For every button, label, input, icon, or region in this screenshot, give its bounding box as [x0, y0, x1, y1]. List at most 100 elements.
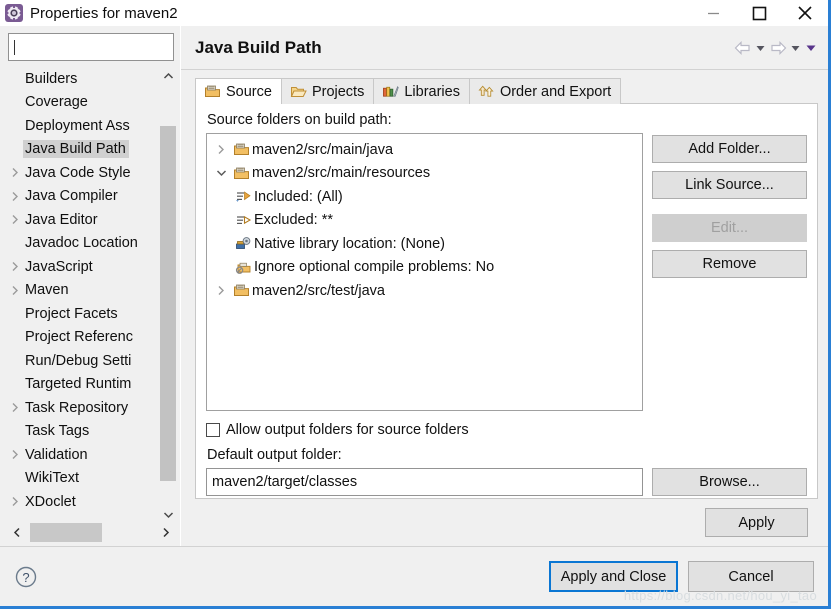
sidebar-item-label: Java Compiler	[25, 188, 118, 205]
svg-text:?: ?	[22, 570, 29, 585]
forward-arrow-icon[interactable]	[769, 40, 787, 56]
add-folder-button[interactable]: Add Folder...	[652, 135, 807, 163]
sidebar-item-targeted-runtimes[interactable]: Targeted Runtim	[5, 373, 159, 397]
remove-button[interactable]: Remove	[652, 250, 807, 278]
chevron-right-icon[interactable]	[7, 191, 23, 202]
default-output-folder-row: maven2/target/classes Browse...	[206, 468, 807, 496]
sidebar-item-coverage[interactable]: Coverage	[5, 91, 159, 115]
source-tab-panel: Source folders on build path: maven2/src…	[195, 104, 818, 499]
tab-label: Libraries	[404, 83, 460, 100]
chevron-right-icon[interactable]	[7, 261, 23, 272]
forward-dropdown-icon[interactable]	[789, 41, 802, 55]
svg-text:+: +	[236, 199, 239, 205]
tree-row-src-test-java[interactable]: maven2/src/test/java	[211, 279, 640, 303]
sidebar-item-project-facets[interactable]: Project Facets	[5, 302, 159, 326]
sidebar-item-project-references[interactable]: Project Referenc	[5, 326, 159, 350]
sidebar-item-java-code-style[interactable]: Java Code Style	[5, 161, 159, 185]
tree-row-label: Ignore optional compile problems: No	[254, 259, 495, 276]
chevron-right-icon[interactable]	[7, 402, 23, 413]
chevron-right-icon[interactable]	[7, 285, 23, 296]
tab-label: Order and Export	[499, 83, 612, 100]
chevron-right-icon[interactable]	[7, 449, 23, 460]
help-question-icon[interactable]: ?	[14, 565, 38, 589]
sidebar-item-java-build-path[interactable]: Java Build Path	[5, 138, 159, 162]
content-pane: Java Build Path Source Projects Librarie…	[180, 26, 828, 546]
tree-row-native-library[interactable]: Native library location: (None)	[211, 232, 640, 256]
tree-row-label: maven2/src/main/resources	[252, 165, 431, 182]
scroll-right-icon[interactable]	[157, 523, 174, 542]
ignore-problems-icon	[233, 260, 254, 275]
sidebar-item-label: Project Referenc	[25, 329, 133, 346]
tree-row-src-main-resources[interactable]: maven2/src/main/resources	[211, 162, 640, 186]
text-caret	[14, 39, 15, 55]
window-controls	[690, 0, 828, 26]
menu-dropdown-icon[interactable]	[804, 41, 818, 55]
books-icon	[382, 84, 400, 100]
sidebar-item-label: WikiText	[25, 470, 79, 487]
scroll-up-icon[interactable]	[160, 67, 176, 84]
sidebar-item-run-debug-settings[interactable]: Run/Debug Setti	[5, 349, 159, 373]
tab-order-and-export[interactable]: Order and Export	[468, 78, 622, 104]
tree-row-label: Excluded: **	[254, 212, 333, 229]
filter-input[interactable]	[8, 33, 174, 61]
back-dropdown-icon[interactable]	[754, 41, 767, 55]
tab-label: Projects	[311, 83, 365, 100]
tree-row-ignore-optional-problems[interactable]: Ignore optional compile problems: No	[211, 256, 640, 280]
scroll-thumb[interactable]	[160, 126, 176, 481]
sidebar-item-validation[interactable]: Validation	[5, 443, 159, 467]
sidebar-item-javascript[interactable]: JavaScript	[5, 255, 159, 279]
sidebar-tree-wrapper: Builders Coverage Deployment Ass Java Bu…	[4, 67, 176, 523]
minimize-icon[interactable]	[690, 0, 736, 26]
sidebar-item-wikitext[interactable]: WikiText	[5, 467, 159, 491]
scroll-track[interactable]	[160, 84, 176, 506]
order-arrows-icon	[478, 84, 495, 100]
apply-button[interactable]: Apply	[705, 508, 808, 537]
sidebar-item-label: Coverage	[25, 94, 88, 111]
sidebar-item-xdoclet[interactable]: XDoclet	[5, 490, 159, 514]
sidebar-item-java-compiler[interactable]: Java Compiler	[5, 185, 159, 209]
footer-buttons: Apply and Close Cancel	[549, 561, 814, 592]
chevron-right-icon[interactable]	[7, 214, 23, 225]
tab-libraries[interactable]: Libraries	[373, 78, 470, 104]
tree-row-label: Native library location: (None)	[254, 235, 445, 252]
tab-projects[interactable]: Projects	[280, 78, 375, 104]
package-folder-icon	[204, 84, 221, 100]
close-icon[interactable]	[782, 0, 828, 26]
sidebar-item-builders[interactable]: Builders	[5, 67, 159, 91]
back-arrow-icon[interactable]	[734, 40, 752, 56]
sidebar-item-task-tags[interactable]: Task Tags	[5, 420, 159, 444]
sidebar-tree: Builders Coverage Deployment Ass Java Bu…	[4, 67, 159, 523]
browse-button[interactable]: Browse...	[652, 468, 807, 496]
apply-and-close-button[interactable]: Apply and Close	[549, 561, 678, 592]
tree-row-included[interactable]: + Included: (All)	[211, 185, 640, 209]
tree-row-excluded[interactable]: Excluded: **	[211, 209, 640, 233]
sidebar-item-java-editor[interactable]: Java Editor	[5, 208, 159, 232]
chevron-down-icon[interactable]	[211, 169, 231, 177]
chevron-right-icon[interactable]	[7, 167, 23, 178]
tree-row-src-main-java[interactable]: maven2/src/main/java	[211, 138, 640, 162]
sidebar-item-maven[interactable]: Maven	[5, 279, 159, 303]
sidebar-item-deployment-assembly[interactable]: Deployment Ass	[5, 114, 159, 138]
scroll-left-icon[interactable]	[8, 523, 25, 542]
sidebar-item-javadoc-location[interactable]: Javadoc Location	[5, 232, 159, 256]
maximize-icon[interactable]	[736, 0, 782, 26]
scroll-thumb[interactable]	[30, 523, 102, 542]
chevron-right-icon[interactable]	[7, 496, 23, 507]
chevron-right-icon[interactable]	[211, 144, 231, 155]
allow-output-folders-checkbox[interactable]	[206, 423, 220, 437]
scroll-track[interactable]	[25, 523, 157, 542]
chevron-right-icon[interactable]	[211, 285, 231, 296]
default-output-folder-input[interactable]: maven2/target/classes	[206, 468, 643, 496]
link-source-button[interactable]: Link Source...	[652, 171, 807, 199]
tab-source[interactable]: Source	[195, 78, 282, 105]
allow-output-folders-row[interactable]: Allow output folders for source folders	[206, 422, 807, 438]
default-output-folder-label: Default output folder:	[207, 447, 342, 463]
source-folders-tree[interactable]: maven2/src/main/java maven2/src/main/res…	[206, 133, 643, 411]
navigation-controls	[734, 40, 828, 56]
cancel-button[interactable]: Cancel	[688, 561, 814, 592]
sidebar-item-task-repository[interactable]: Task Repository	[5, 396, 159, 420]
scroll-down-icon[interactable]	[160, 506, 176, 523]
tab-label: Source	[226, 83, 272, 100]
sidebar-vertical-scrollbar[interactable]	[159, 67, 176, 523]
sidebar-horizontal-scrollbar[interactable]	[8, 523, 174, 542]
